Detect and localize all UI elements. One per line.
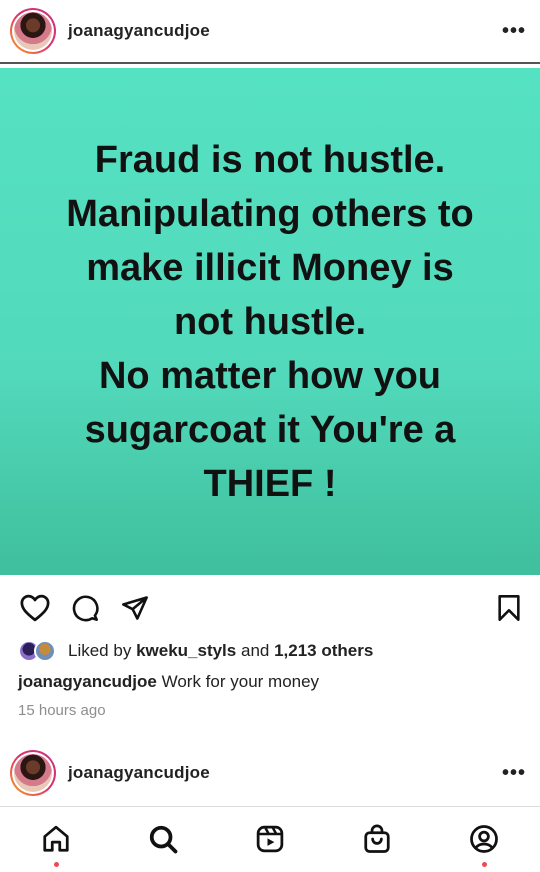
quote-line: Fraud is not hustle. [94, 138, 446, 181]
search-icon [149, 825, 178, 854]
liker-avatars [18, 639, 62, 663]
home-icon [43, 825, 69, 852]
post-image[interactable]: Fraud is not hustle. Manipulating others… [0, 68, 540, 575]
avatar-photo [14, 12, 52, 50]
save-button[interactable] [492, 591, 526, 625]
caption-username[interactable]: joanagyancudjoe [18, 672, 157, 691]
more-options-icon[interactable]: ••• [502, 21, 526, 41]
shopping-bag-icon [364, 824, 390, 853]
post-timestamp: 15 hours ago [18, 702, 106, 719]
nav-shop[interactable] [359, 821, 395, 857]
liker-username[interactable]: kweku_styls [136, 641, 236, 661]
post-actions [0, 586, 540, 630]
post-image-text: Fraud is not hustle. Manipulating others… [66, 133, 473, 511]
likes-summary[interactable]: Liked by kweku_styls and 1,213 others [18, 638, 373, 664]
nav-reels[interactable] [252, 821, 288, 857]
post-header: joanagyancudjoe ••• [0, 0, 540, 62]
nav-profile[interactable] [466, 821, 502, 867]
bottom-nav [0, 806, 540, 872]
profile-icon [470, 825, 498, 853]
quote-line: No matter how you [98, 354, 442, 397]
more-options-icon[interactable]: ••• [502, 763, 526, 783]
notification-dot [481, 862, 487, 867]
like-button[interactable] [18, 591, 52, 625]
quote-line: not hustle. [173, 300, 367, 343]
quote-line: Manipulating others to [66, 192, 474, 235]
next-post-username[interactable]: joanagyancudjoe [68, 763, 210, 783]
likes-prefix: Liked by [68, 641, 132, 660]
comment-button[interactable] [68, 591, 102, 625]
nav-search[interactable] [145, 821, 181, 857]
reels-icon [256, 825, 284, 853]
notification-dot [53, 862, 59, 867]
avatar[interactable] [10, 8, 56, 54]
share-button[interactable] [118, 591, 152, 625]
comment-icon [72, 595, 99, 622]
next-post-header: joanagyancudjoe ••• [0, 746, 540, 800]
likes-middle: and [240, 641, 270, 660]
caption-text: Work for your money [156, 672, 320, 691]
likes-count[interactable]: 1,213 others [274, 641, 373, 661]
liker-avatar [34, 640, 56, 662]
quote-line: make illicit Money is [86, 246, 454, 289]
avatar[interactable] [10, 750, 56, 796]
quote-line: THIEF ! [203, 462, 337, 505]
bookmark-icon [498, 595, 520, 621]
nav-home[interactable] [38, 821, 74, 867]
send-icon [122, 596, 148, 620]
post-username[interactable]: joanagyancudjoe [68, 21, 210, 41]
quote-line: sugarcoat it You're a [84, 408, 456, 451]
post-caption: joanagyancudjoe Work for your money [18, 672, 319, 692]
heart-icon [20, 594, 50, 622]
avatar-photo [14, 754, 52, 792]
